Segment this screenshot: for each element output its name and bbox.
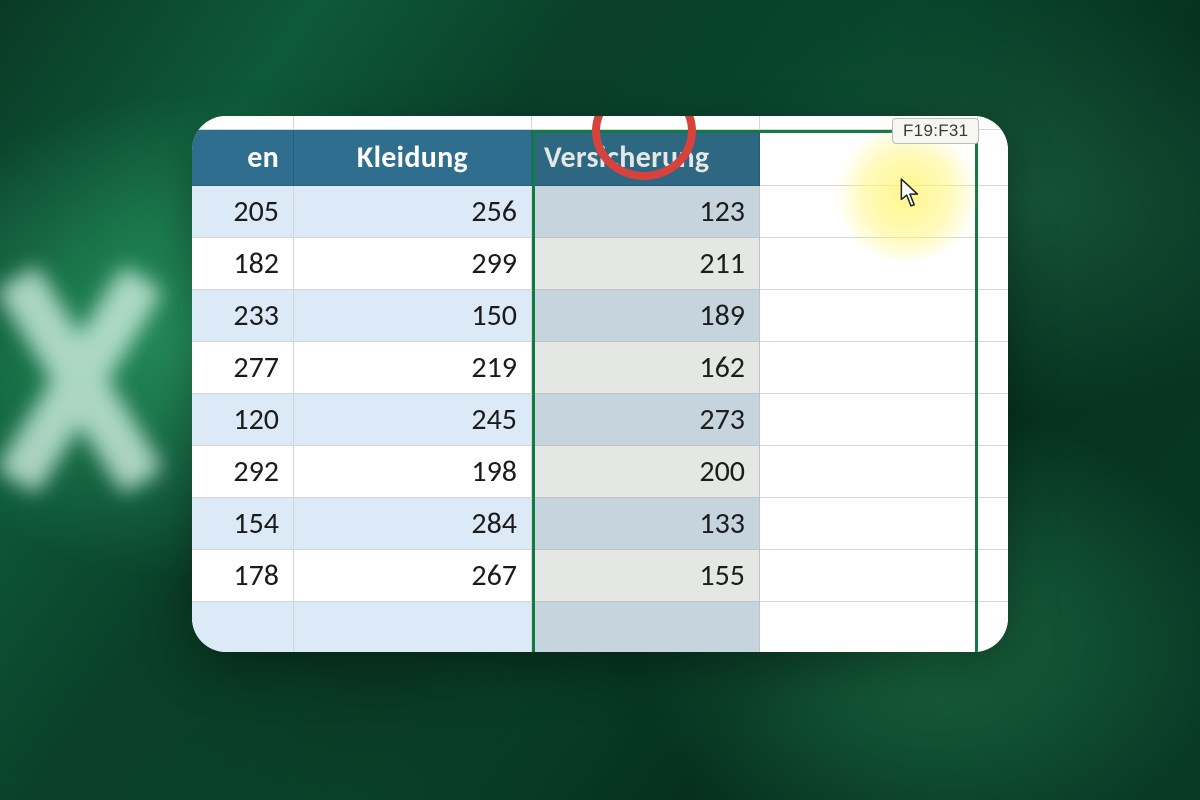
cell-empty[interactable] — [760, 394, 978, 446]
cell[interactable]: 256 — [294, 186, 532, 238]
cell-empty[interactable] — [760, 446, 978, 498]
column-header-c[interactable]: Versicherung — [532, 130, 760, 186]
column-header-e-empty[interactable] — [978, 130, 1008, 186]
cell-empty[interactable] — [294, 116, 532, 130]
cell-empty[interactable] — [192, 116, 294, 130]
cell-empty[interactable] — [760, 186, 978, 238]
cell[interactable] — [532, 602, 760, 652]
cell-empty[interactable] — [978, 394, 1008, 446]
cell-empty[interactable] — [760, 550, 978, 602]
cell[interactable]: 211 — [532, 238, 760, 290]
row-sliver — [192, 116, 1008, 130]
cell[interactable]: 162 — [532, 342, 760, 394]
cell-empty[interactable] — [532, 116, 760, 130]
cell[interactable]: 155 — [532, 550, 760, 602]
table-row: 182 299 211 — [192, 238, 1008, 290]
cell[interactable]: 273 — [532, 394, 760, 446]
cell-empty[interactable] — [760, 290, 978, 342]
table-row: 178 267 155 — [192, 550, 1008, 602]
cell-empty[interactable] — [978, 342, 1008, 394]
table-header-row: en Kleidung Versicherung — [192, 130, 1008, 186]
cell-empty[interactable] — [978, 290, 1008, 342]
table-row: 205 256 123 — [192, 186, 1008, 238]
cell-range-tooltip: F19:F31 — [892, 118, 979, 144]
table-row: 233 150 189 — [192, 290, 1008, 342]
table-row — [192, 602, 1008, 652]
cell[interactable] — [192, 602, 294, 652]
table-row: 154 284 133 — [192, 498, 1008, 550]
cell[interactable]: 150 — [294, 290, 532, 342]
cell[interactable]: 267 — [294, 550, 532, 602]
cell-empty[interactable] — [760, 342, 978, 394]
cell[interactable]: 200 — [532, 446, 760, 498]
cell-empty[interactable] — [978, 116, 1008, 130]
cell-empty[interactable] — [978, 602, 1008, 652]
cell[interactable]: 133 — [532, 498, 760, 550]
cell[interactable]: 189 — [532, 290, 760, 342]
table-row: 277 219 162 — [192, 342, 1008, 394]
cell-empty[interactable] — [760, 238, 978, 290]
cell[interactable]: 245 — [294, 394, 532, 446]
cell[interactable]: 299 — [294, 238, 532, 290]
excel-x-icon — [0, 250, 190, 510]
cell[interactable]: 233 — [192, 290, 294, 342]
cell[interactable]: 219 — [294, 342, 532, 394]
cell-empty[interactable] — [978, 550, 1008, 602]
cell[interactable]: 292 — [192, 446, 294, 498]
cell[interactable]: 284 — [294, 498, 532, 550]
cell-empty[interactable] — [760, 602, 978, 652]
cell[interactable]: 123 — [532, 186, 760, 238]
cell[interactable]: 182 — [192, 238, 294, 290]
table-row: 292 198 200 — [192, 446, 1008, 498]
column-header-b[interactable]: Kleidung — [294, 130, 532, 186]
cell-empty[interactable] — [978, 446, 1008, 498]
cell-empty[interactable] — [760, 498, 978, 550]
table-row: 120 245 273 — [192, 394, 1008, 446]
cell[interactable]: 198 — [294, 446, 532, 498]
background: en Kleidung Versicherung 205 256 123 182… — [0, 0, 1200, 800]
cell[interactable]: 178 — [192, 550, 294, 602]
column-header-a-fragment[interactable]: en — [192, 130, 294, 186]
cell-empty[interactable] — [978, 498, 1008, 550]
cell[interactable]: 154 — [192, 498, 294, 550]
cell[interactable] — [294, 602, 532, 652]
cell[interactable]: 277 — [192, 342, 294, 394]
cell-empty[interactable] — [978, 186, 1008, 238]
screenshot-panel: en Kleidung Versicherung 205 256 123 182… — [192, 116, 1008, 652]
cell[interactable]: 120 — [192, 394, 294, 446]
cell-empty[interactable] — [978, 238, 1008, 290]
cell[interactable]: 205 — [192, 186, 294, 238]
spreadsheet[interactable]: en Kleidung Versicherung 205 256 123 182… — [192, 116, 1008, 652]
